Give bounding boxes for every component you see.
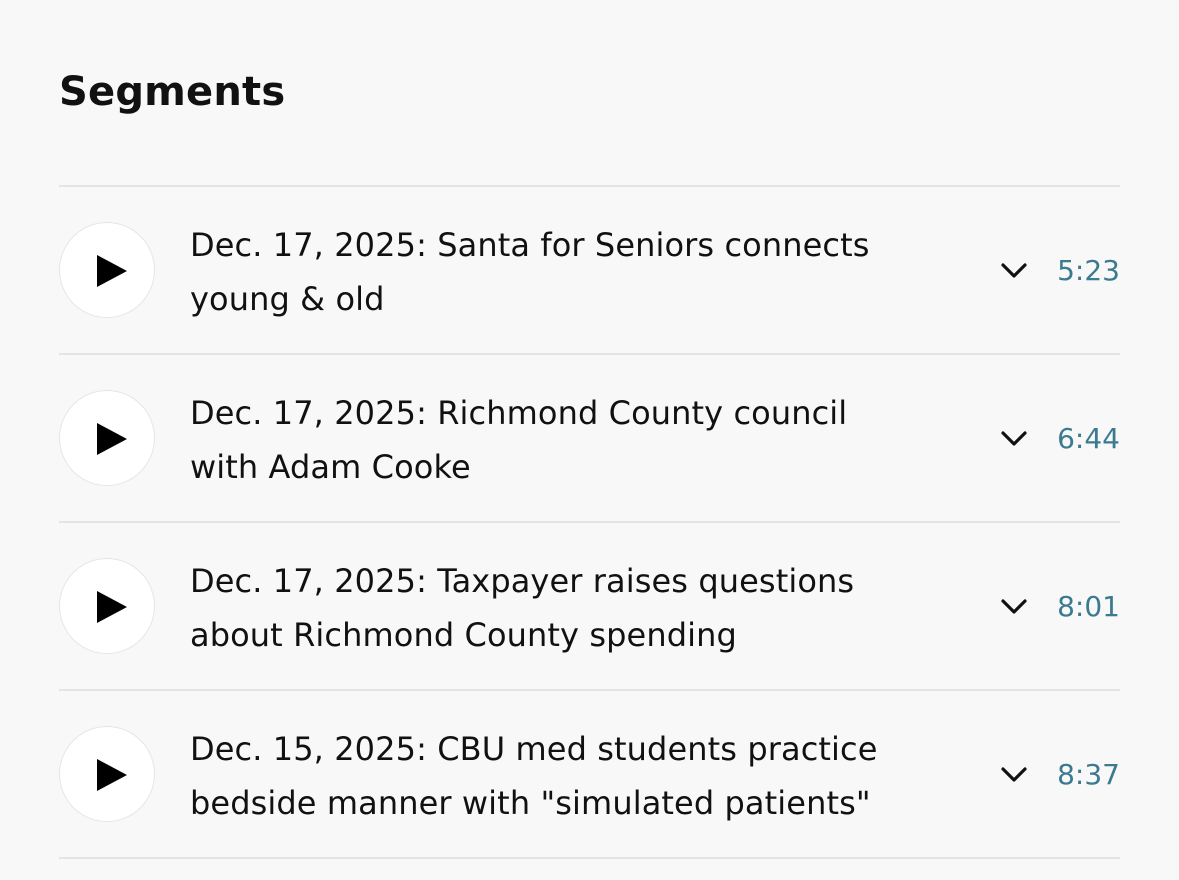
- segment-list: Dec. 17, 2025: Santa for Seniors connect…: [59, 185, 1120, 859]
- segment-row: Dec. 17, 2025: Richmond County council w…: [59, 355, 1120, 523]
- section-title: Segments: [59, 69, 286, 115]
- segment-title[interactable]: Dec. 17, 2025: Santa for Seniors connect…: [190, 218, 910, 326]
- segments-section: Segments Dec. 17, 2025: Santa for Senior…: [0, 0, 1179, 880]
- play-button[interactable]: [59, 726, 155, 822]
- segment-duration: 5:23: [1057, 254, 1120, 287]
- chevron-down-icon: [1001, 263, 1027, 278]
- segment-title[interactable]: Dec. 17, 2025: Taxpayer raises questions…: [190, 554, 910, 662]
- play-icon: [97, 759, 127, 791]
- chevron-down-icon: [1001, 431, 1027, 446]
- segment-duration: 6:44: [1057, 422, 1120, 455]
- segment-duration: 8:37: [1057, 758, 1120, 791]
- segment-row: Dec. 17, 2025: Taxpayer raises questions…: [59, 523, 1120, 691]
- segment-row: Dec. 15, 2025: CBU med students practice…: [59, 691, 1120, 859]
- expand-button[interactable]: [997, 595, 1031, 619]
- play-icon: [97, 255, 127, 287]
- expand-button[interactable]: [997, 259, 1031, 283]
- play-button[interactable]: [59, 390, 155, 486]
- expand-button[interactable]: [997, 427, 1031, 451]
- play-button[interactable]: [59, 558, 155, 654]
- segment-row: Dec. 17, 2025: Santa for Seniors connect…: [59, 187, 1120, 355]
- segment-title[interactable]: Dec. 15, 2025: CBU med students practice…: [190, 722, 910, 830]
- segment-title[interactable]: Dec. 17, 2025: Richmond County council w…: [190, 386, 910, 494]
- chevron-down-icon: [1001, 599, 1027, 614]
- chevron-down-icon: [1001, 767, 1027, 782]
- expand-button[interactable]: [997, 763, 1031, 787]
- segment-duration: 8:01: [1057, 590, 1120, 623]
- play-icon: [97, 591, 127, 623]
- play-button[interactable]: [59, 222, 155, 318]
- play-icon: [97, 423, 127, 455]
